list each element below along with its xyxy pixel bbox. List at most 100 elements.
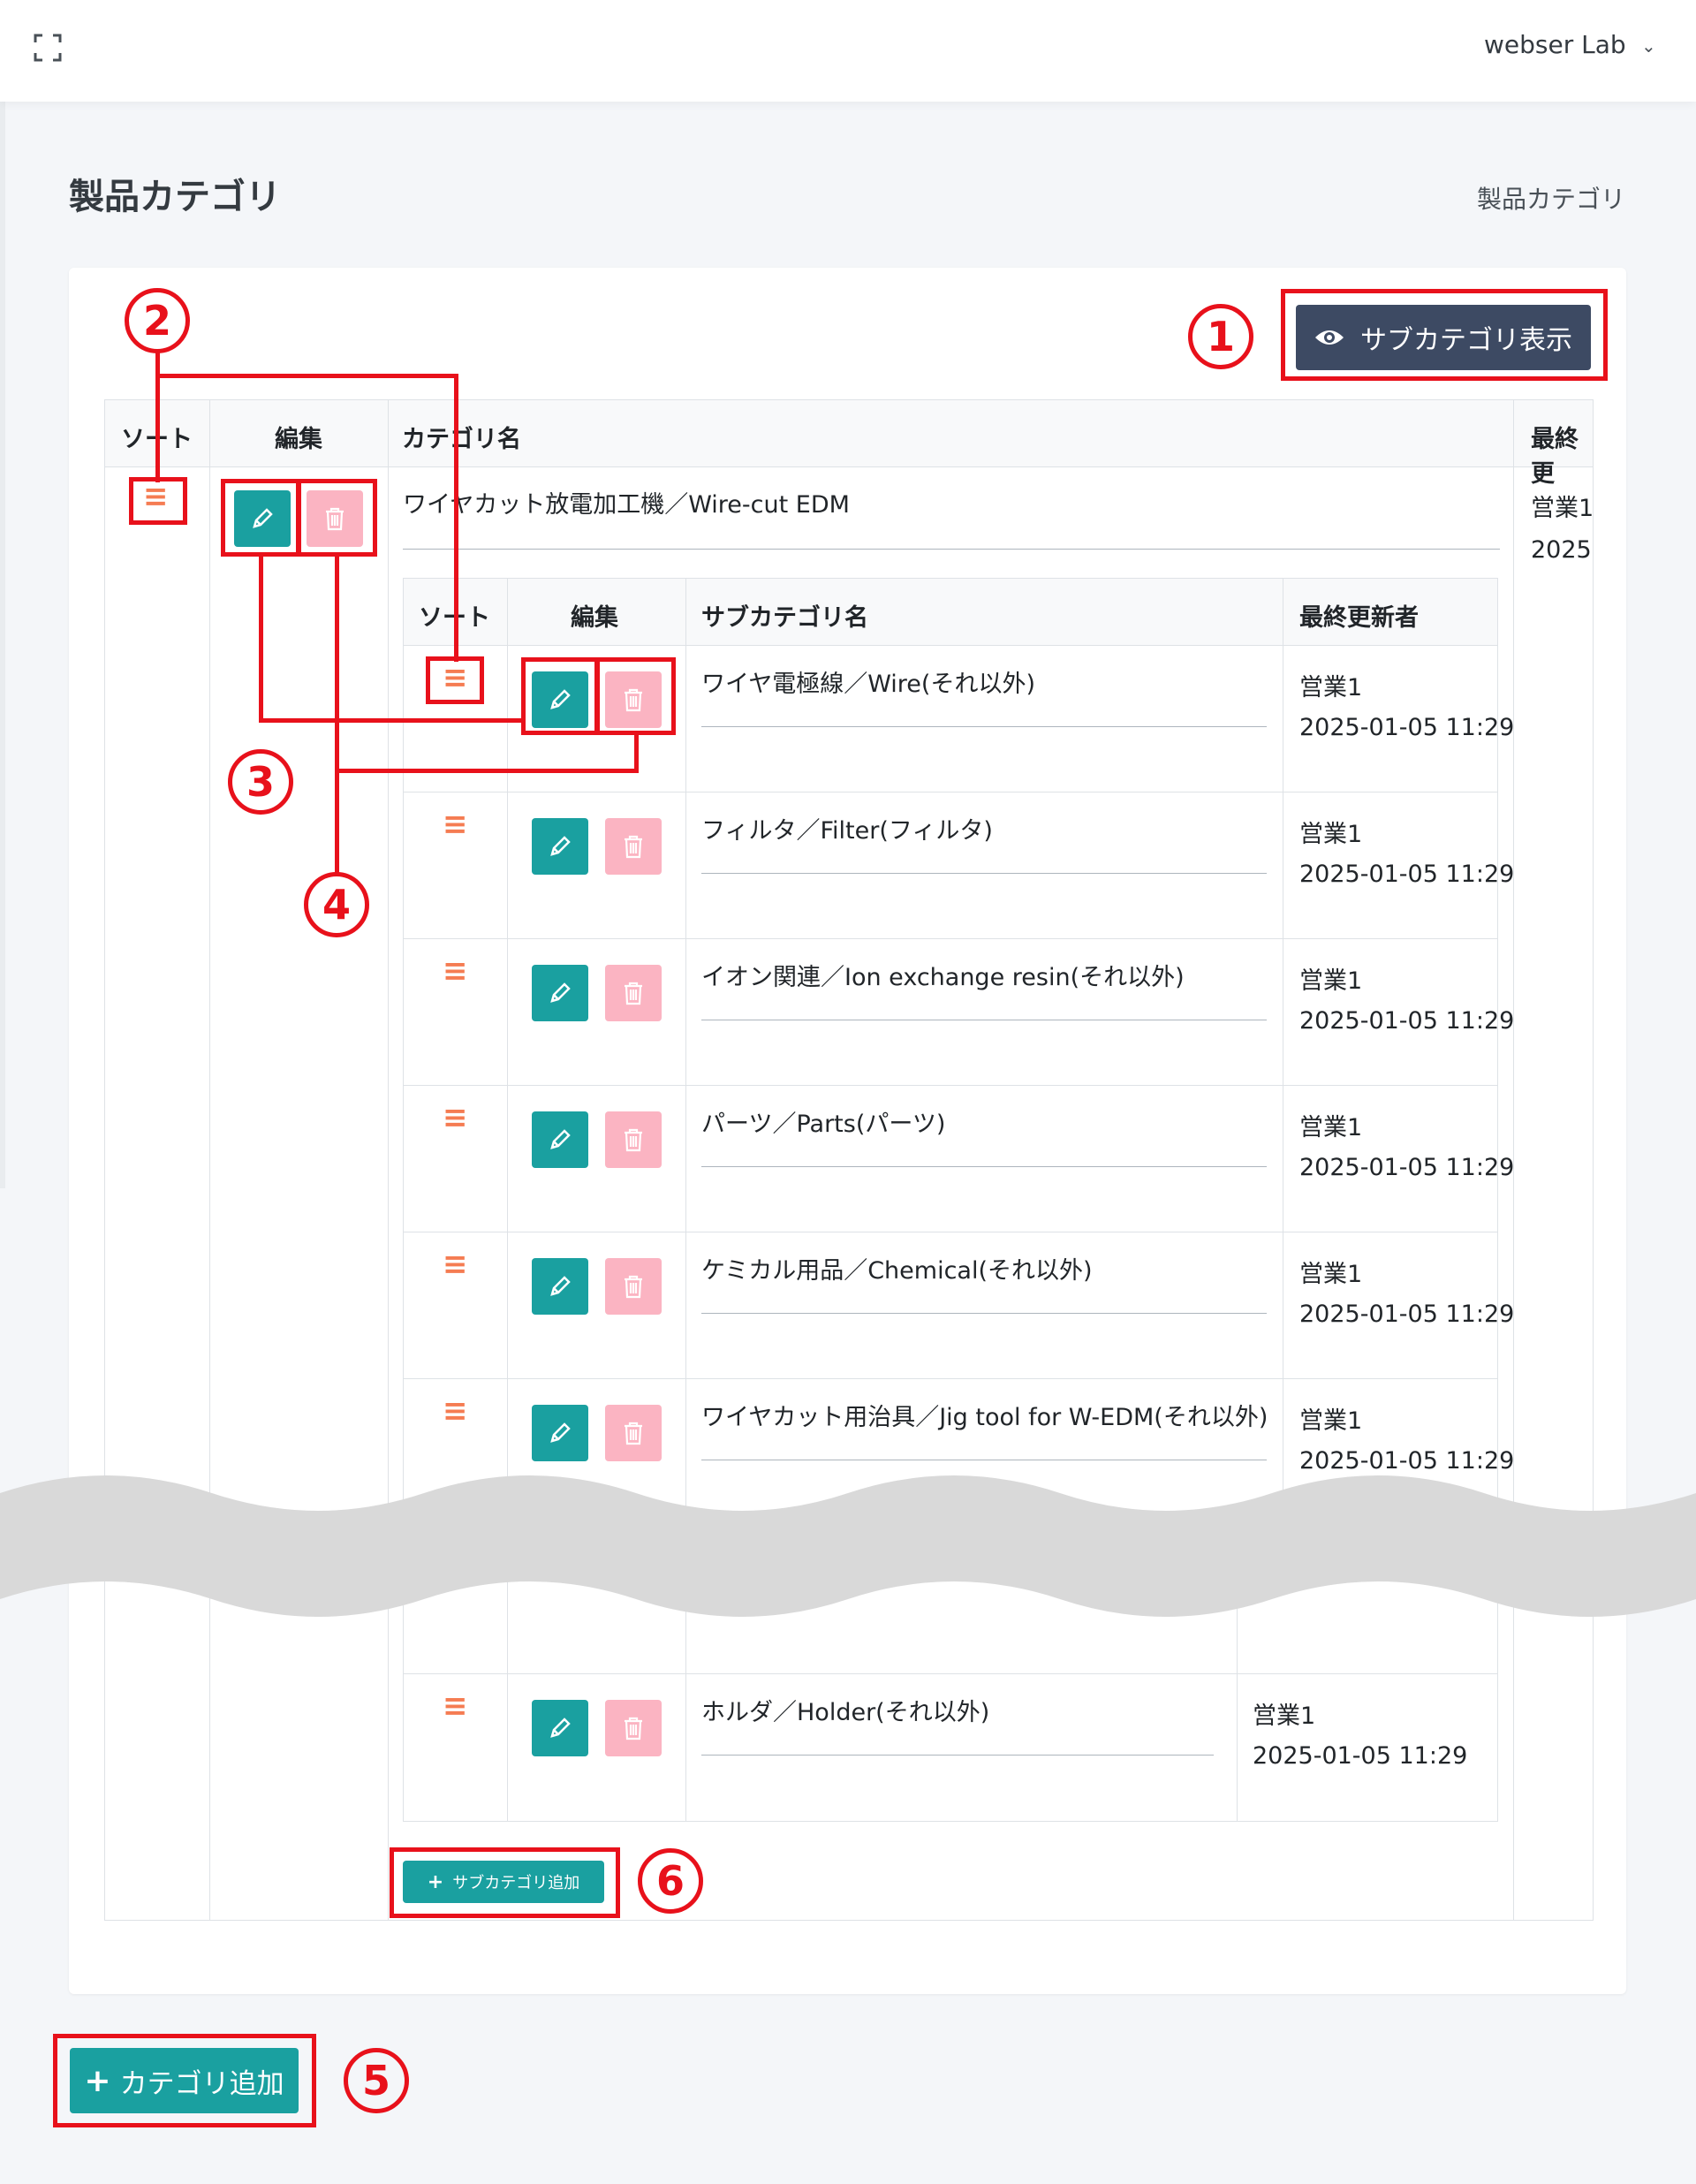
annotation-line	[335, 555, 339, 875]
page-break-wave	[0, 1475, 1696, 1617]
delete-subcategory-button[interactable]	[605, 1405, 662, 1461]
delete-subcategory-button[interactable]	[605, 1700, 662, 1756]
category-date: 2025-0	[1531, 536, 1593, 564]
category-name: ワイヤカット放電加工機／Wire-cut EDM	[403, 491, 850, 519]
subcategory-name: フィルタ／Filter(フィルタ)	[701, 817, 993, 845]
subcategory-name-underline	[701, 1755, 1214, 1756]
subcategory-updater: 営業1	[1299, 967, 1363, 995]
annotation-line	[259, 718, 524, 723]
annotation-line	[454, 374, 458, 662]
user-menu[interactable]: webser Lab	[1484, 30, 1626, 59]
sidebar-edge	[0, 102, 5, 1188]
annotation-box-3b	[521, 657, 599, 735]
header-updater: 最終更	[1531, 426, 1579, 488]
top-bar: webser Lab ⌄	[0, 0, 1696, 102]
delete-subcategory-button[interactable]	[605, 1111, 662, 1168]
subcategory-updater: 営業1	[1299, 1114, 1363, 1141]
subcategory-name: ワイヤ電極線／Wire(それ以外)	[701, 671, 1035, 698]
subcategory-name: イオン関連／Ion exchange resin(それ以外)	[701, 964, 1185, 991]
header-edit: 編集	[275, 426, 322, 453]
subcategory-name: ケミカル用品／Chemical(それ以外)	[701, 1257, 1093, 1285]
chevron-down-icon[interactable]: ⌄	[1641, 35, 1656, 57]
pencil-icon	[550, 1718, 571, 1738]
drag-handle-icon[interactable]: ≡	[443, 1103, 468, 1133]
annotation-number-5: 5	[344, 2048, 409, 2113]
annotation-box-2b	[426, 656, 484, 704]
edit-subcategory-button[interactable]	[532, 818, 588, 875]
annotation-line	[335, 769, 639, 773]
sub-col-divider	[685, 578, 686, 1822]
subcategory-date: 2025-01-05 11:29	[1299, 1301, 1515, 1328]
drag-handle-icon[interactable]: ≡	[443, 1396, 468, 1426]
trash-icon	[625, 1422, 642, 1445]
col-divider	[388, 400, 389, 1920]
drag-handle-icon[interactable]: ≡	[443, 809, 468, 839]
subcategory-updater: 営業1	[1299, 1407, 1363, 1435]
page-title: 製品カテゴリ	[69, 177, 281, 217]
category-updater: 営業1	[1531, 495, 1594, 522]
breadcrumb[interactable]: 製品カテゴリ	[1477, 180, 1625, 216]
sub-row-divider	[404, 1673, 1497, 1674]
subcategory-updater: 営業1	[1299, 674, 1363, 701]
annotation-box-4b	[595, 657, 676, 735]
drag-handle-icon[interactable]: ≡	[443, 1249, 468, 1279]
annotation-number-6: 6	[638, 1848, 703, 1914]
trash-icon	[625, 1128, 642, 1152]
annotation-box-5	[53, 2034, 316, 2127]
sub-row-divider	[404, 938, 1497, 939]
drag-handle-icon[interactable]: ≡	[443, 956, 468, 986]
annotation-line	[155, 374, 458, 378]
subcategory-updater: 営業1	[1253, 1702, 1316, 1730]
annotation-line	[634, 733, 639, 773]
delete-subcategory-button[interactable]	[605, 1258, 662, 1315]
subcategory-name: パーツ／Parts(パーツ)	[701, 1111, 946, 1138]
subcategory-name-underline	[701, 1313, 1267, 1314]
annotation-box-3a	[221, 479, 300, 557]
trash-icon	[625, 1717, 642, 1740]
col-divider	[209, 400, 210, 1920]
annotation-box-1	[1281, 289, 1608, 381]
annotation-line	[155, 352, 160, 482]
annotation-number-1: 1	[1188, 304, 1253, 369]
edit-subcategory-button[interactable]	[532, 1258, 588, 1315]
subcategory-name-underline	[701, 726, 1267, 727]
sub-header-updater: 最終更新者	[1299, 604, 1419, 632]
trash-icon	[625, 982, 642, 1005]
annotation-number-4: 4	[304, 872, 369, 937]
pencil-icon	[550, 982, 571, 1003]
sub-col-divider	[507, 578, 508, 1822]
subcategory-name-underline	[701, 1166, 1267, 1167]
edit-subcategory-button[interactable]	[532, 965, 588, 1021]
annotation-box-2a	[129, 477, 187, 525]
annotation-number-3: 3	[228, 749, 293, 815]
subcategory-date: 2025-01-05 11:29	[1299, 714, 1515, 741]
annotation-number-2: 2	[125, 288, 190, 353]
edit-subcategory-button[interactable]	[532, 1405, 588, 1461]
delete-subcategory-button[interactable]	[605, 818, 662, 875]
subcategory-updater: 営業1	[1299, 1261, 1363, 1288]
drag-handle-icon[interactable]: ≡	[443, 1691, 468, 1721]
header-category-name: カテゴリ名	[402, 426, 521, 453]
trash-icon	[625, 835, 642, 859]
fullscreen-icon[interactable]	[34, 34, 62, 62]
category-table-header	[105, 400, 1593, 467]
sub-header-edit: 編集	[571, 604, 618, 632]
subcategory-name: ワイヤカット用治具／Jig tool for W-EDM(それ以外)	[701, 1404, 1268, 1431]
pencil-icon	[550, 1422, 571, 1443]
edit-subcategory-button[interactable]	[532, 1700, 588, 1756]
pencil-icon	[550, 1276, 571, 1296]
subcategory-name-underline	[701, 873, 1267, 874]
subcategory-date: 2025-01-05 11:29	[1299, 1154, 1515, 1181]
subcategory-table	[403, 578, 1498, 1822]
subcategory-date: 2025-01-05 11:29	[1253, 1742, 1468, 1770]
trash-icon	[625, 1275, 642, 1299]
edit-subcategory-button[interactable]	[532, 1111, 588, 1168]
delete-subcategory-button[interactable]	[605, 965, 662, 1021]
subcategory-name: ホルダ／Holder(それ以外)	[701, 1699, 990, 1726]
sub-header-name: サブカテゴリ名	[701, 604, 868, 632]
sub-row-divider	[404, 1085, 1497, 1086]
pencil-icon	[550, 1129, 571, 1149]
annotation-box-6	[390, 1847, 620, 1918]
sub-row-divider	[404, 1378, 1497, 1379]
subcategory-date: 2025-01-05 11:29	[1299, 861, 1515, 888]
